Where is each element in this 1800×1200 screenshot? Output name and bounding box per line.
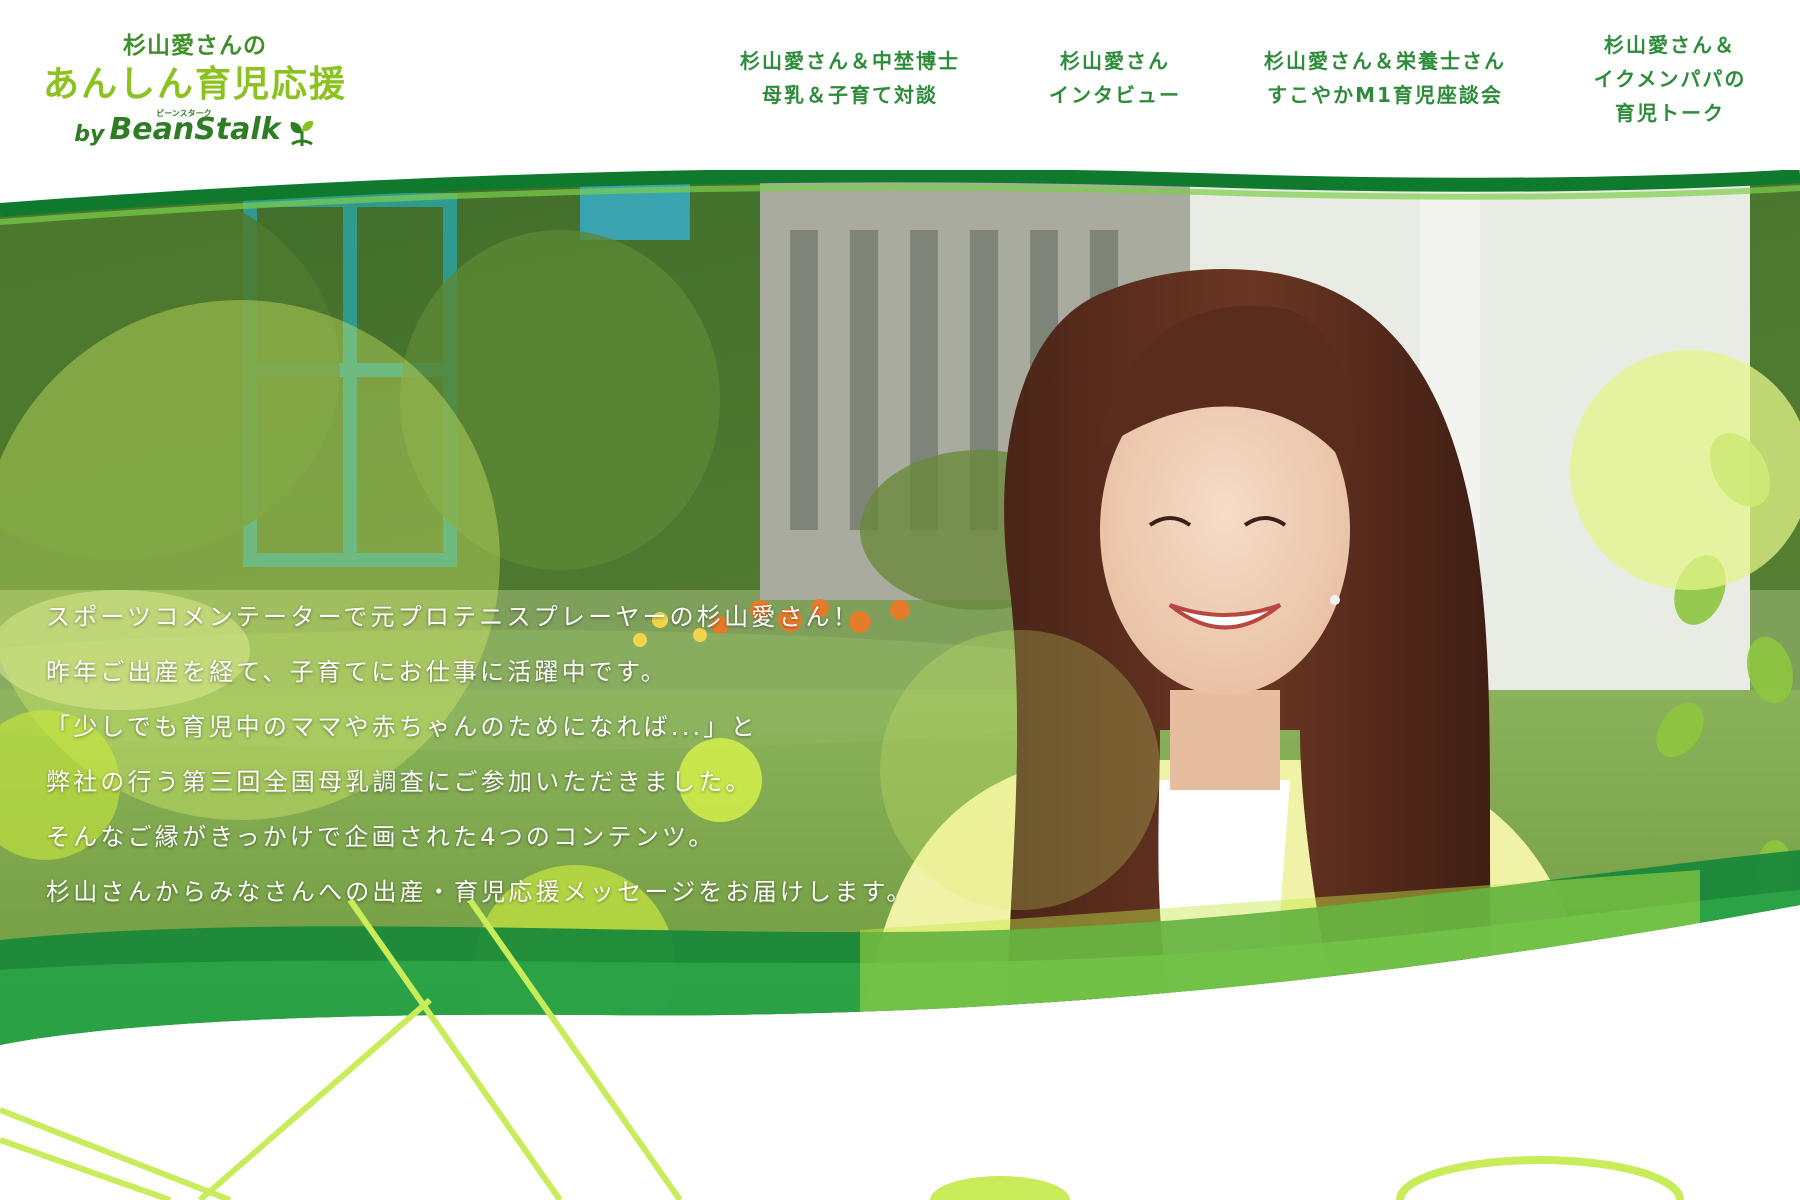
logo-title: あんしん育児応援	[42, 64, 347, 105]
logo-by-text: by	[74, 122, 105, 147]
logo-brand-row: by ビーンスターク BeanStalk	[74, 109, 316, 156]
nav-item-label: 杉山愛さん＆中埜博士	[740, 49, 960, 73]
nav-item-label: イクメンパパの	[1593, 67, 1747, 91]
logo-tagline-top: 杉山愛さんの	[123, 33, 267, 59]
nav-item-label: 母乳＆子育て対談	[762, 83, 938, 107]
nav-item-label: 杉山愛さん＆	[1604, 33, 1736, 57]
nav-item-label: インタビュー	[1049, 83, 1181, 107]
hero-message: スポーツコメンテーターで元プロテニスプレーヤーの杉山愛さん！ 昨年ご出産を経て、…	[46, 590, 1026, 920]
hero-message-line: スポーツコメンテーターで元プロテニスプレーヤーの杉山愛さん！	[46, 603, 861, 631]
nav-item-interview[interactable]: 杉山愛さん インタビュー	[1030, 44, 1200, 112]
sprout-icon	[290, 120, 313, 146]
nav-item-label: 育児トーク	[1615, 101, 1725, 125]
nav-item-label: 杉山愛さん	[1060, 49, 1170, 73]
hero-message-line: 弊社の行う第三回全国母乳調査にご参加いただきました。	[46, 768, 753, 796]
nav-item-label: 杉山愛さん＆栄養士さん	[1264, 49, 1506, 73]
site-header: 杉山愛さんの あんしん育児応援 by ビーンスターク BeanStalk 杉山愛…	[0, 0, 1800, 176]
hero-message-line: そんなご縁がきっかけで企画された4つのコンテンツ。	[46, 823, 716, 851]
logo-brand-ruby: ビーンスターク	[156, 109, 212, 118]
nav-item-label: すこやかM1育児座談会	[1267, 83, 1503, 107]
nav-item-zadankai[interactable]: 杉山愛さん＆栄養士さん すこやかM1育児座談会	[1250, 44, 1520, 112]
nav-item-taidan[interactable]: 杉山愛さん＆中埜博士 母乳＆子育て対談	[730, 44, 970, 112]
site-logo[interactable]: 杉山愛さんの あんしん育児応援 by ビーンスターク BeanStalk	[40, 30, 350, 160]
hero-message-line: 昨年ご出産を経て、子育てにお仕事に活躍中です。	[46, 658, 668, 686]
decorative-lines	[0, 898, 1684, 1200]
page: 杉山愛さんの あんしん育児応援 by ビーンスターク BeanStalk 杉山愛…	[0, 0, 1800, 1200]
nav-item-ikumen[interactable]: 杉山愛さん＆ イクメンパパの 育児トーク	[1570, 28, 1770, 130]
hero-message-line: 「少しでも育児中のママや赤ちゃんのためになれば...」と	[46, 713, 758, 741]
